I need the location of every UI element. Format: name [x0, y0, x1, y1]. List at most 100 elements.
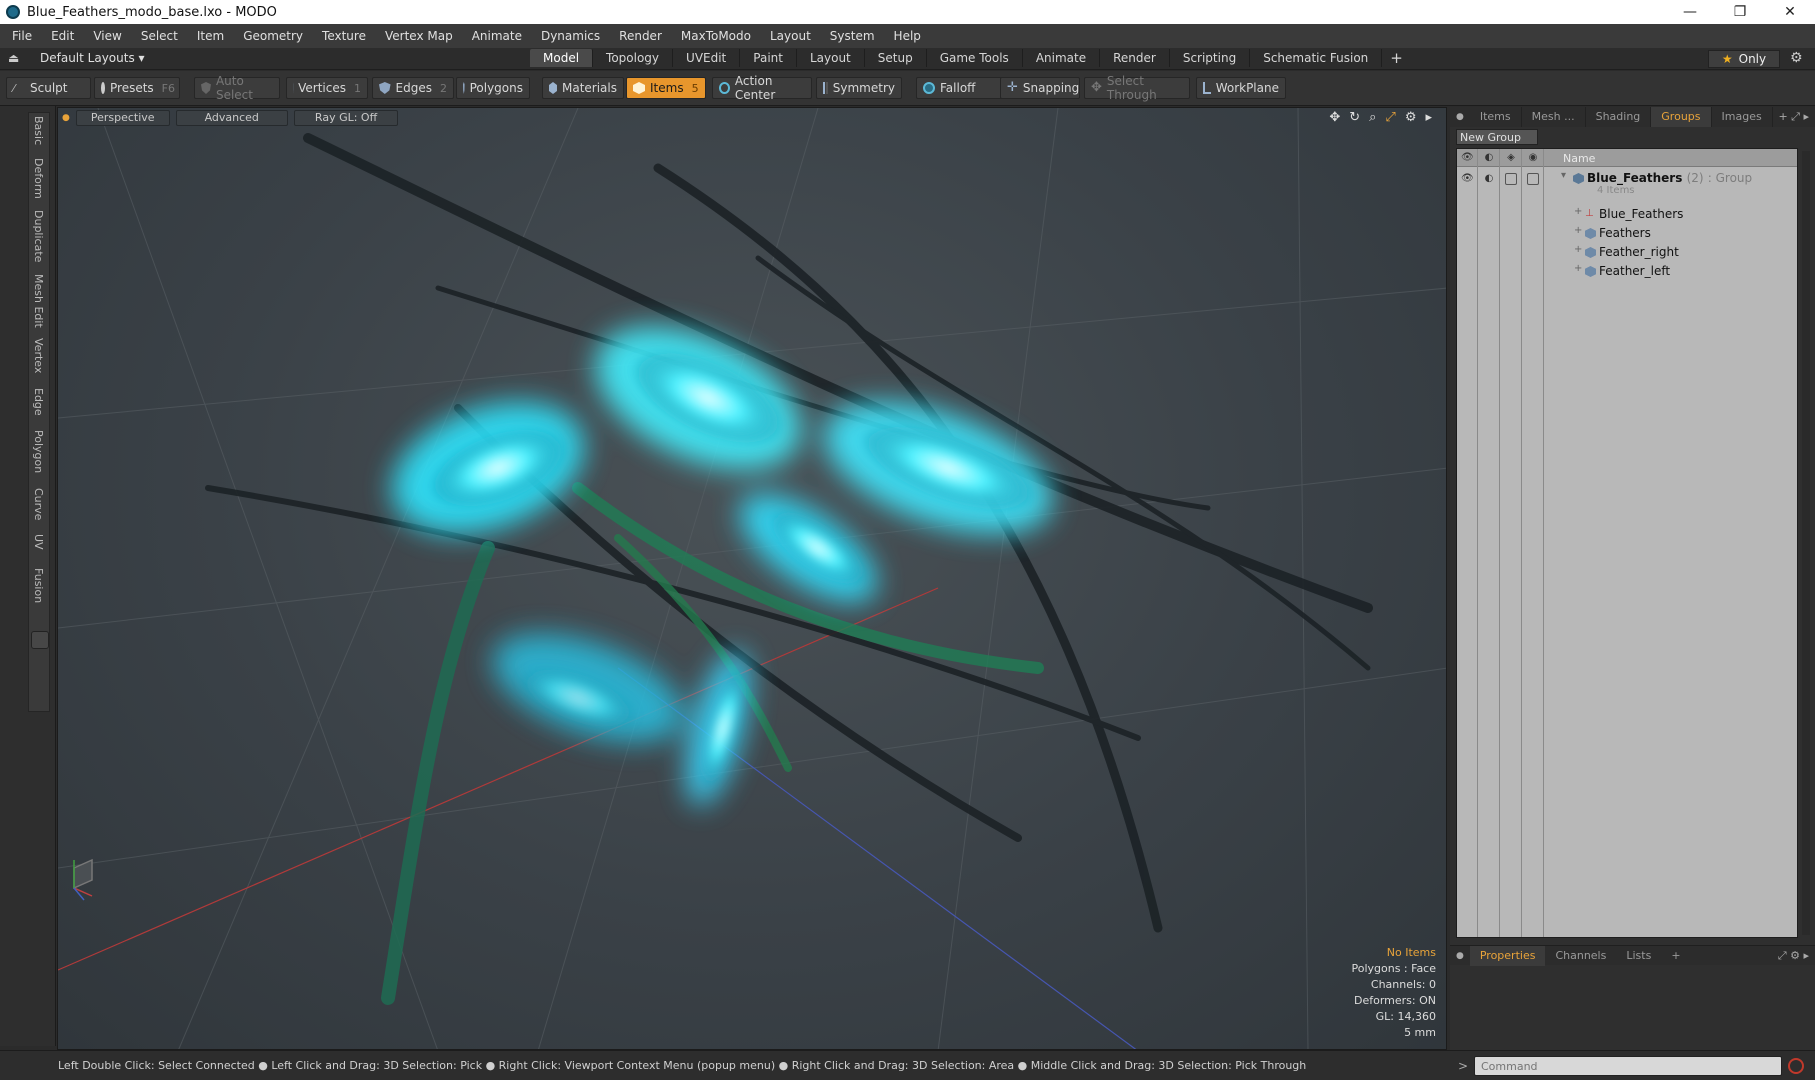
menu-system[interactable]: System: [830, 29, 875, 43]
list-item[interactable]: + Feather_left: [1457, 262, 1797, 281]
menu-item[interactable]: Item: [197, 29, 224, 43]
tab-edge[interactable]: Edge: [32, 388, 45, 416]
menu-render[interactable]: Render: [619, 29, 662, 43]
restore-button[interactable]: ❐: [1715, 4, 1765, 20]
tab-paint[interactable]: Paint: [740, 49, 797, 67]
tab-render[interactable]: Render: [1100, 49, 1170, 67]
3d-viewport[interactable]: ● Perspective Advanced Ray GL: Off ✥ ↻ ⌕…: [57, 107, 1447, 1050]
only-button[interactable]: ★ Only: [1708, 50, 1780, 68]
tab-uvedit[interactable]: UVEdit: [673, 49, 741, 67]
viewport-settings-icon[interactable]: ⚙: [1405, 110, 1417, 125]
raygl-dropdown[interactable]: Ray GL: Off: [293, 110, 399, 126]
command-input[interactable]: [1474, 1056, 1782, 1076]
visibility-header-icon[interactable]: 👁: [1461, 152, 1474, 164]
select-checkbox[interactable]: [1527, 173, 1539, 185]
gear-icon[interactable]: ⚙: [1790, 50, 1803, 66]
eye-icon[interactable]: 👁: [1461, 173, 1474, 185]
expand-arrow-icon[interactable]: ▾: [1561, 170, 1566, 181]
snapping-button[interactable]: ✛ Snapping: [1000, 77, 1080, 99]
menu-edit[interactable]: Edit: [51, 29, 74, 43]
panel-menu-dot-icon[interactable]: ●: [1456, 112, 1464, 122]
render-header-icon[interactable]: ◐: [1483, 152, 1495, 164]
new-group-button[interactable]: New Group: [1456, 129, 1538, 145]
edges-button[interactable]: Edges 2: [372, 77, 454, 99]
menu-view[interactable]: View: [93, 29, 121, 43]
rotate-icon[interactable]: ↻: [1349, 110, 1360, 125]
groups-scrollbar[interactable]: [1802, 151, 1810, 935]
zoom-icon[interactable]: ⌕: [1369, 110, 1376, 125]
layout-home-icon[interactable]: ⏏: [8, 51, 22, 65]
tab-shading[interactable]: Shading: [1586, 107, 1652, 127]
tab-layout[interactable]: Layout: [797, 49, 865, 67]
falloff-button[interactable]: Falloff: [916, 77, 1002, 99]
tab-basic[interactable]: Basic: [32, 116, 45, 145]
properties-controls-icon[interactable]: ⤢ ⚙ ▸: [1778, 949, 1809, 963]
items-button[interactable]: Items 5: [626, 77, 706, 99]
add-properties-tab-icon[interactable]: +: [1661, 946, 1690, 966]
viewport-expand-icon[interactable]: ▸: [1425, 110, 1432, 125]
default-layouts-dropdown[interactable]: Default Layouts ▾: [40, 51, 145, 65]
vertices-button[interactable]: Vertices 1: [286, 77, 368, 99]
shading-mode-dropdown[interactable]: Advanced: [175, 110, 288, 126]
select-header-icon[interactable]: ◉: [1527, 152, 1539, 164]
add-tab-icon[interactable]: +: [1382, 49, 1411, 67]
tab-curve[interactable]: Curve: [32, 488, 45, 520]
panel-toggle-button[interactable]: [31, 631, 49, 649]
tab-scripting[interactable]: Scripting: [1170, 49, 1251, 67]
tab-deform[interactable]: Deform: [32, 158, 45, 199]
tab-fusion[interactable]: Fusion: [32, 568, 45, 603]
tab-topology[interactable]: Topology: [593, 49, 674, 67]
tab-vertex[interactable]: Vertex: [32, 338, 45, 373]
menu-layout[interactable]: Layout: [770, 29, 811, 43]
render-icon[interactable]: ◐: [1483, 173, 1495, 185]
tab-duplicate[interactable]: Duplicate: [32, 210, 45, 262]
tab-lists[interactable]: Lists: [1616, 946, 1661, 966]
tab-images[interactable]: Images: [1712, 107, 1773, 127]
tab-mesh[interactable]: Mesh ...: [1522, 107, 1586, 127]
list-item[interactable]: + Feather_right: [1457, 243, 1797, 262]
maximize-icon[interactable]: ⤢: [1385, 110, 1395, 125]
menu-texture[interactable]: Texture: [322, 29, 366, 43]
tab-game-tools[interactable]: Game Tools: [927, 49, 1023, 67]
menu-vertex-map[interactable]: Vertex Map: [385, 29, 453, 43]
materials-button[interactable]: Materials: [542, 77, 624, 99]
pan-icon[interactable]: ✥: [1329, 110, 1340, 125]
menu-geometry[interactable]: Geometry: [243, 29, 303, 43]
sculpt-button[interactable]: ⁄ Sculpt: [6, 77, 91, 99]
tab-animate[interactable]: Animate: [1023, 49, 1101, 67]
lock-header-icon[interactable]: ◈: [1505, 152, 1517, 164]
tab-groups[interactable]: Groups: [1651, 107, 1712, 127]
select-through-button[interactable]: ✥ Select Through: [1084, 74, 1190, 102]
panel-controls-icon[interactable]: + ⤢ ▸: [1778, 110, 1809, 124]
tab-schematic-fusion[interactable]: Schematic Fusion: [1250, 49, 1383, 67]
list-item[interactable]: + ⊥ Blue_Feathers: [1457, 205, 1797, 224]
tab-model[interactable]: Model: [530, 49, 594, 67]
tab-items[interactable]: Items: [1470, 107, 1522, 127]
tab-polygon[interactable]: Polygon: [32, 430, 45, 473]
command-history-icon[interactable]: [1788, 1058, 1804, 1074]
action-center-button[interactable]: Action Center: [712, 74, 812, 102]
menu-file[interactable]: File: [12, 29, 32, 43]
lock-checkbox[interactable]: [1505, 173, 1517, 185]
minimize-button[interactable]: —: [1665, 4, 1715, 20]
properties-menu-dot-icon[interactable]: ●: [1456, 951, 1464, 961]
menu-maxtomodo[interactable]: MaxToModo: [681, 29, 751, 43]
list-item[interactable]: + Feathers: [1457, 224, 1797, 243]
tab-channels[interactable]: Channels: [1545, 946, 1616, 966]
tab-properties[interactable]: Properties: [1469, 945, 1546, 966]
workplane-button[interactable]: WorkPlane: [1196, 77, 1286, 99]
tab-uv[interactable]: UV: [32, 534, 45, 550]
presets-button[interactable]: Presets F6: [94, 77, 180, 99]
view-mode-dropdown[interactable]: Perspective: [75, 110, 170, 126]
tab-mesh-edit[interactable]: Mesh Edit: [32, 274, 45, 328]
menu-select[interactable]: Select: [141, 29, 178, 43]
symmetry-button[interactable]: Symmetry: [816, 77, 902, 99]
menu-animate[interactable]: Animate: [472, 29, 522, 43]
tab-setup[interactable]: Setup: [865, 49, 927, 67]
polygons-button[interactable]: Polygons: [456, 77, 530, 99]
menu-dynamics[interactable]: Dynamics: [541, 29, 600, 43]
viewport-menu-dot-icon[interactable]: ●: [62, 113, 70, 123]
auto-select-button[interactable]: Auto Select: [194, 74, 280, 102]
group-row-blue-feathers[interactable]: 👁 ◐ ▾ Blue_Feathers (2) : Group 4 Items: [1457, 169, 1797, 203]
menu-help[interactable]: Help: [894, 29, 921, 43]
